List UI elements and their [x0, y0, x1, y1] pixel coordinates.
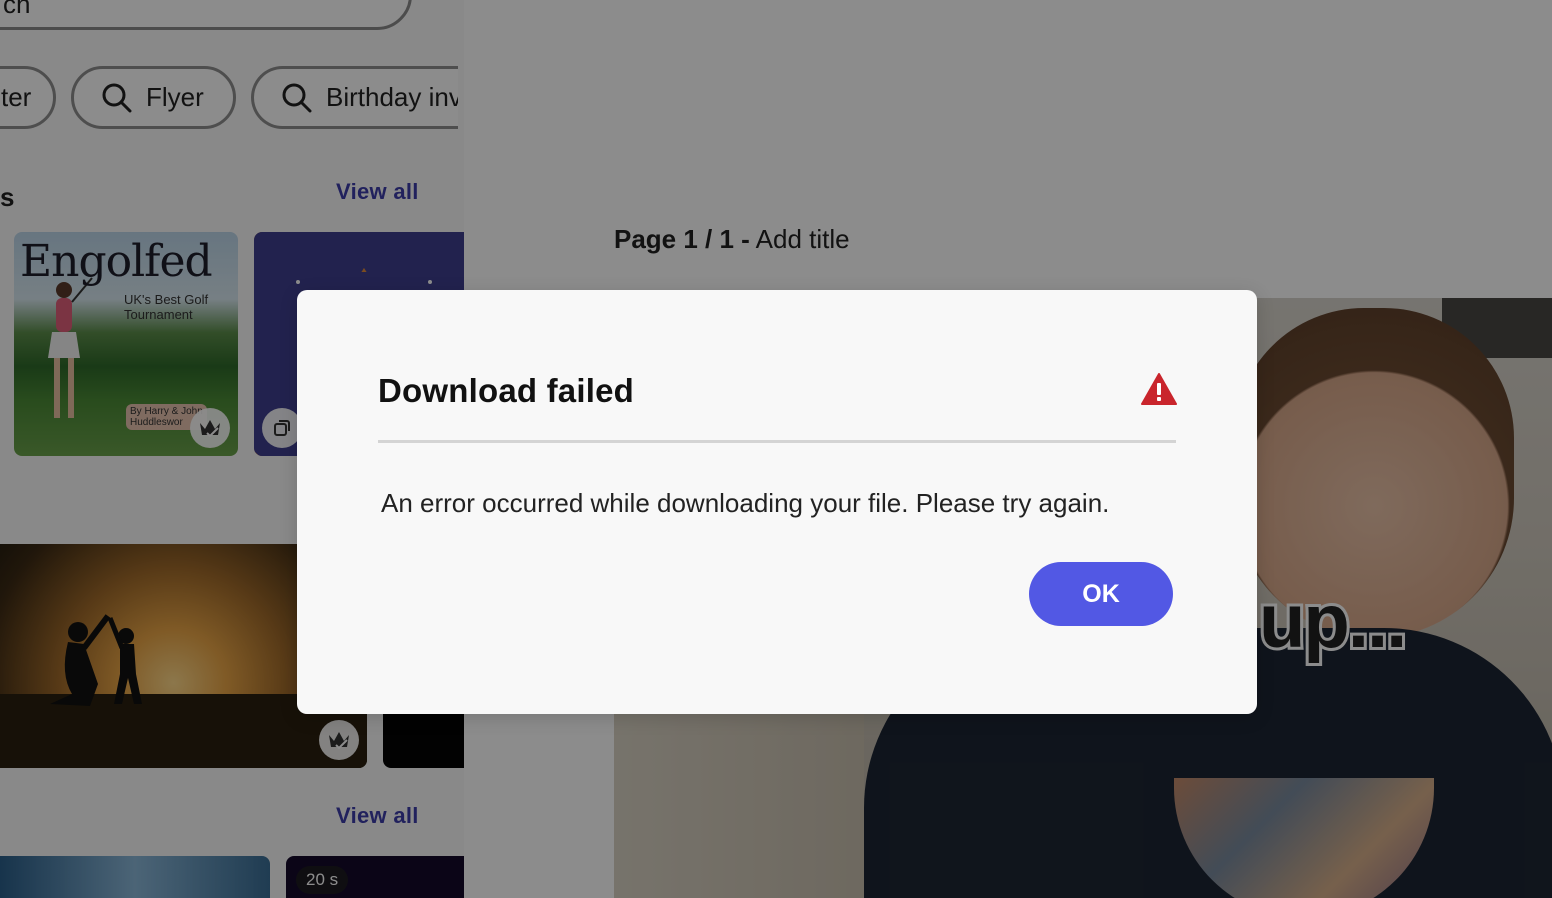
- ok-button[interactable]: OK: [1029, 562, 1173, 626]
- download-failed-dialog: Download failed An error occurred while …: [297, 290, 1257, 714]
- dialog-divider: [378, 440, 1176, 443]
- dialog-title: Download failed: [378, 372, 635, 409]
- alert-triangle-icon: [1141, 373, 1177, 405]
- dialog-message: An error occurred while downloading your…: [381, 488, 1110, 518]
